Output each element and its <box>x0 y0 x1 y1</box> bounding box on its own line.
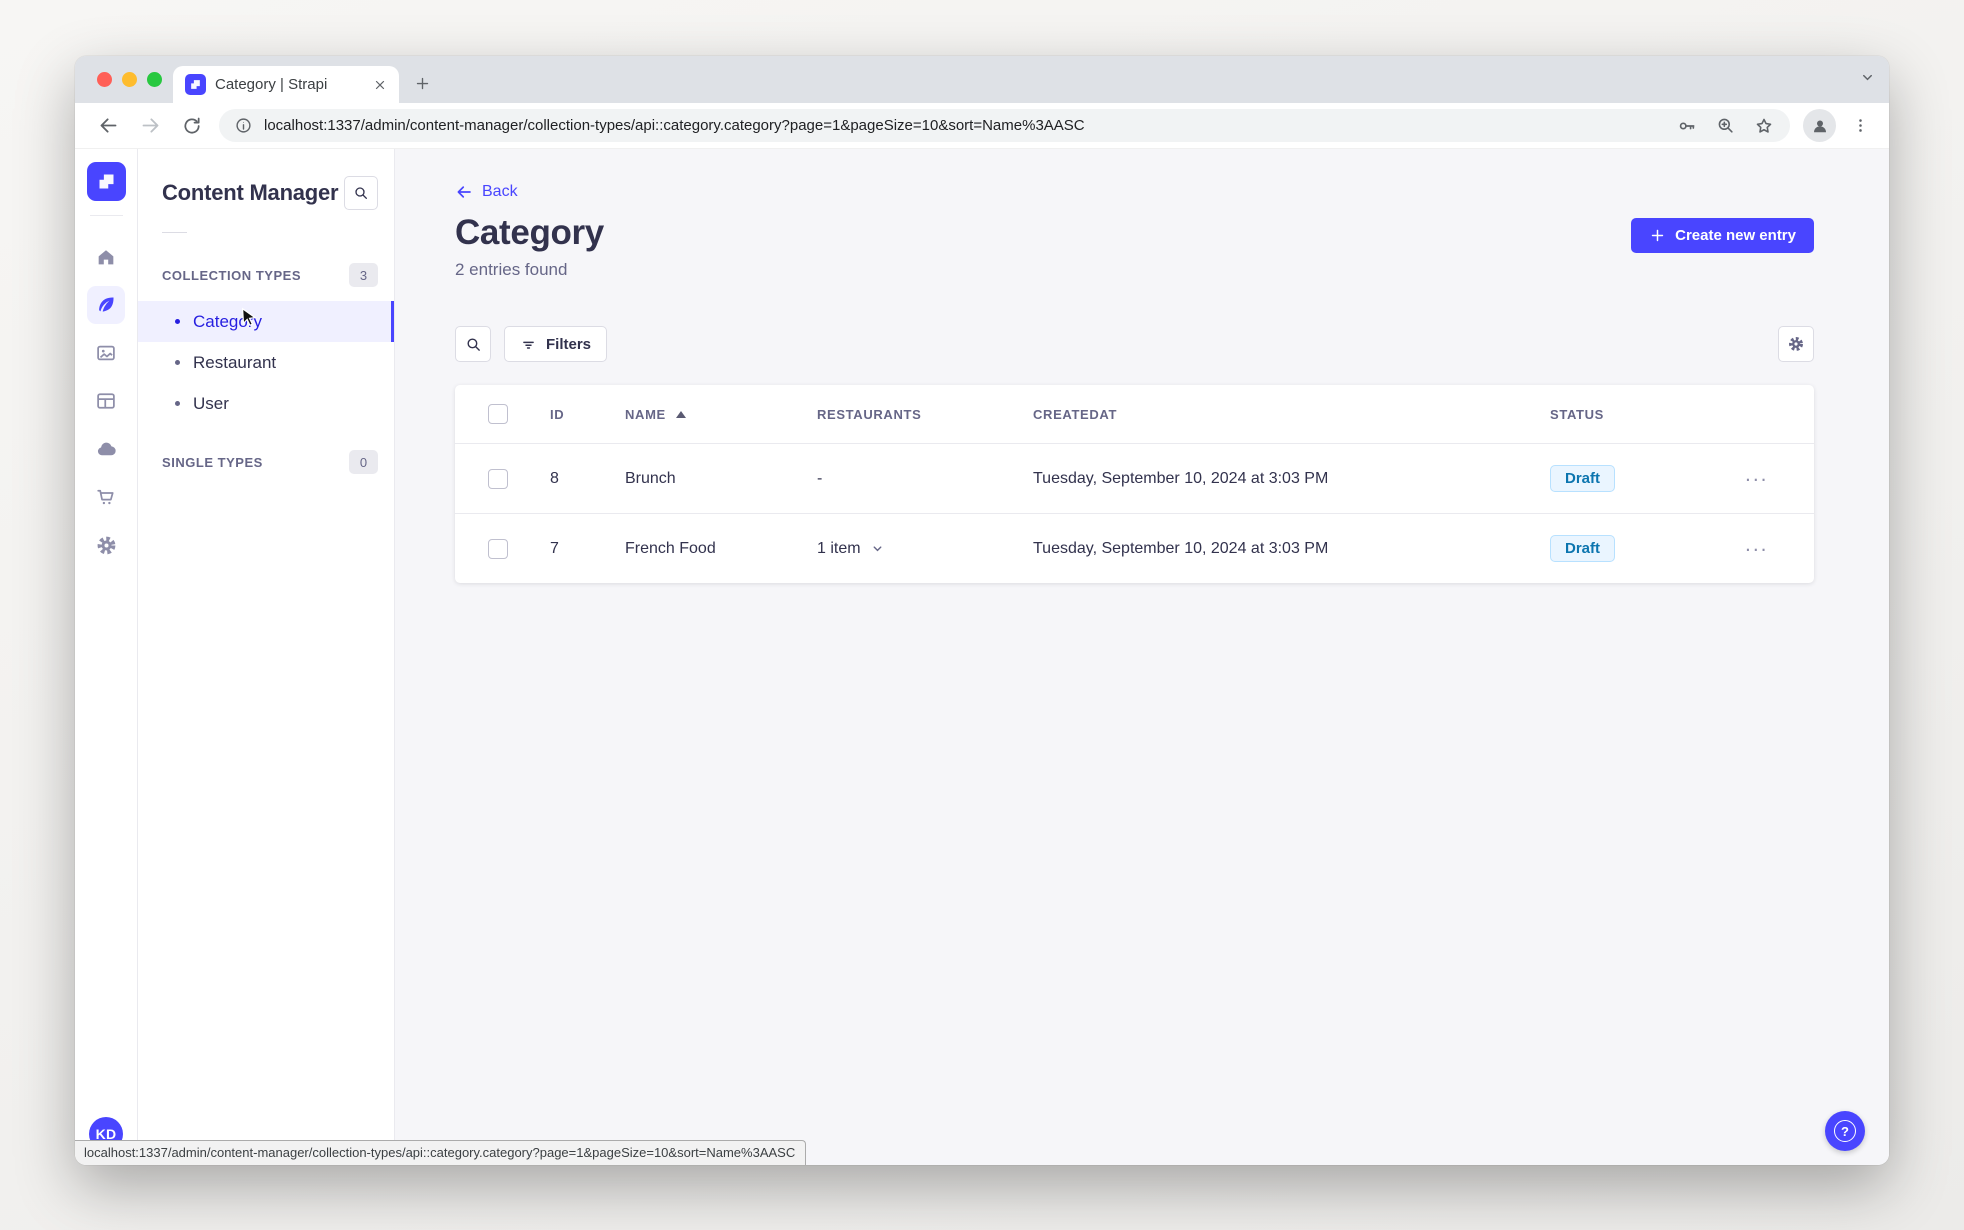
collection-types-label: COLLECTION TYPES <box>162 267 302 283</box>
browser-profile-icon[interactable] <box>1803 109 1836 142</box>
address-bar[interactable]: localhost:1337/admin/content-manager/col… <box>219 109 1790 142</box>
window-controls <box>97 72 162 87</box>
settings-gear-icon[interactable] <box>87 526 125 564</box>
forward-nav-icon[interactable] <box>133 109 167 143</box>
sort-ascending-icon <box>675 410 686 418</box>
page-title: Category <box>455 213 604 252</box>
page-heading: Category 2 entries found <box>455 213 604 280</box>
marketplace-cart-icon[interactable] <box>87 478 125 516</box>
strapi-admin: KD Content Manager COLLECTION TYPES 3 Ca… <box>75 149 1889 1165</box>
strapi-logo-icon[interactable] <box>86 162 126 201</box>
tab-search-chevron-icon[interactable] <box>1860 70 1875 85</box>
urlbar-actions <box>1677 116 1774 136</box>
column-header-restaurants[interactable]: RESTAURANTS <box>817 407 1033 422</box>
column-header-id[interactable]: ID <box>550 407 625 422</box>
filters-button[interactable]: Filters <box>504 326 608 362</box>
bullet-icon <box>175 319 180 324</box>
maximize-window-button[interactable] <box>147 72 162 87</box>
site-info-icon[interactable] <box>235 117 252 134</box>
tab-title: Category | Strapi <box>215 76 328 93</box>
cell-createdat: Tuesday, September 10, 2024 at 3:03 PM <box>1033 469 1329 487</box>
browser-toolbar: localhost:1337/admin/content-manager/col… <box>75 103 1889 149</box>
media-library-icon[interactable] <box>87 334 125 372</box>
column-header-createdat[interactable]: CREATEDAT <box>1033 407 1550 422</box>
help-button[interactable]: ? <box>1825 1111 1865 1151</box>
cell-restaurants[interactable]: 1 item <box>817 540 1033 558</box>
home-icon[interactable] <box>87 238 125 276</box>
create-new-entry-button[interactable]: Create new entry <box>1631 218 1814 253</box>
strapi-favicon-icon <box>185 74 206 95</box>
reload-icon[interactable] <box>175 109 209 143</box>
plus-icon <box>1651 229 1664 242</box>
search-icon <box>466 337 480 351</box>
bullet-icon <box>175 360 180 365</box>
gear-icon <box>1789 337 1803 351</box>
tab-close-icon[interactable] <box>371 76 389 94</box>
table-row[interactable]: 8 Brunch - Tuesday, September 10, 2024 a… <box>455 443 1814 513</box>
column-header-status[interactable]: STATUS <box>1550 407 1745 422</box>
collection-types-count-badge: 3 <box>349 263 378 287</box>
zoom-magnifier-icon[interactable] <box>1716 116 1735 135</box>
row-checkbox[interactable] <box>488 538 508 559</box>
cell-name: Brunch <box>625 469 676 487</box>
subnav-title: Content Manager <box>162 180 339 205</box>
back-nav-icon[interactable] <box>91 109 125 143</box>
status-badge: Draft <box>1550 535 1616 562</box>
rail-divider <box>89 215 123 216</box>
table-row[interactable]: 7 French Food 1 item Tuesday, September … <box>455 513 1814 583</box>
cloud-icon[interactable] <box>87 430 125 468</box>
main-nav-rail: KD <box>75 149 138 1165</box>
status-bar-url: localhost:1337/admin/content-manager/col… <box>75 1140 807 1165</box>
chevron-down-icon[interactable] <box>871 542 884 555</box>
row-actions-button[interactable]: ... <box>1745 464 1769 493</box>
sidebar-item-user[interactable]: User <box>138 383 394 424</box>
subnav-divider <box>162 232 187 233</box>
minimize-window-button[interactable] <box>122 72 137 87</box>
view-settings-gear-button[interactable] <box>1778 326 1814 362</box>
password-key-icon[interactable] <box>1677 116 1697 136</box>
browser-window: Category | Strapi localhost:1337/admin/c… <box>75 56 1889 1165</box>
url-text[interactable]: localhost:1337/admin/content-manager/col… <box>264 117 1665 134</box>
content-manager-feather-icon[interactable] <box>87 286 125 324</box>
new-tab-button[interactable] <box>407 68 437 98</box>
sidebar-item-category[interactable]: Category <box>138 301 394 342</box>
browser-tab[interactable]: Category | Strapi <box>173 66 399 103</box>
content-manager-subnav: Content Manager COLLECTION TYPES 3 Categ… <box>138 149 395 1165</box>
table-header-row: ID NAME RESTAURANTS CREATEDAT STATUS <box>455 385 1814 443</box>
select-all-checkbox[interactable] <box>488 404 508 424</box>
row-actions-button[interactable]: ... <box>1745 534 1769 563</box>
single-types-count-badge: 0 <box>349 450 378 474</box>
cell-id: 7 <box>550 539 559 557</box>
main-content: Back Category 2 entries found Create new… <box>395 149 1889 1165</box>
collection-types-list: Category Restaurant User <box>138 301 394 424</box>
entries-count: 2 entries found <box>455 260 568 279</box>
subnav-search-button[interactable] <box>344 176 378 210</box>
browser-menu-dots-icon[interactable] <box>1845 111 1875 141</box>
search-button[interactable] <box>455 326 491 362</box>
tab-bar: Category | Strapi <box>75 56 1889 103</box>
cell-name: French Food <box>625 539 716 557</box>
status-badge: Draft <box>1550 465 1616 492</box>
single-types-label: SINGLE TYPES <box>162 454 263 470</box>
filter-lines-icon <box>523 341 534 349</box>
cell-createdat: Tuesday, September 10, 2024 at 3:03 PM <box>1033 539 1329 557</box>
bullet-icon <box>175 401 180 406</box>
sidebar-item-restaurant[interactable]: Restaurant <box>138 342 394 383</box>
close-window-button[interactable] <box>97 72 112 87</box>
content-type-builder-icon[interactable] <box>87 382 125 420</box>
row-checkbox[interactable] <box>488 468 508 489</box>
column-header-name[interactable]: NAME <box>625 407 817 422</box>
question-icon: ? <box>1834 1120 1856 1142</box>
cell-id: 8 <box>550 469 559 487</box>
bookmark-star-icon[interactable] <box>1754 116 1774 136</box>
cell-restaurants: - <box>817 469 823 487</box>
arrow-left-icon <box>457 186 471 198</box>
entries-table: ID NAME RESTAURANTS CREATEDAT STATUS 8 B… <box>455 385 1814 583</box>
back-link[interactable]: Back <box>455 183 518 201</box>
list-toolbar: Filters <box>455 326 1814 362</box>
